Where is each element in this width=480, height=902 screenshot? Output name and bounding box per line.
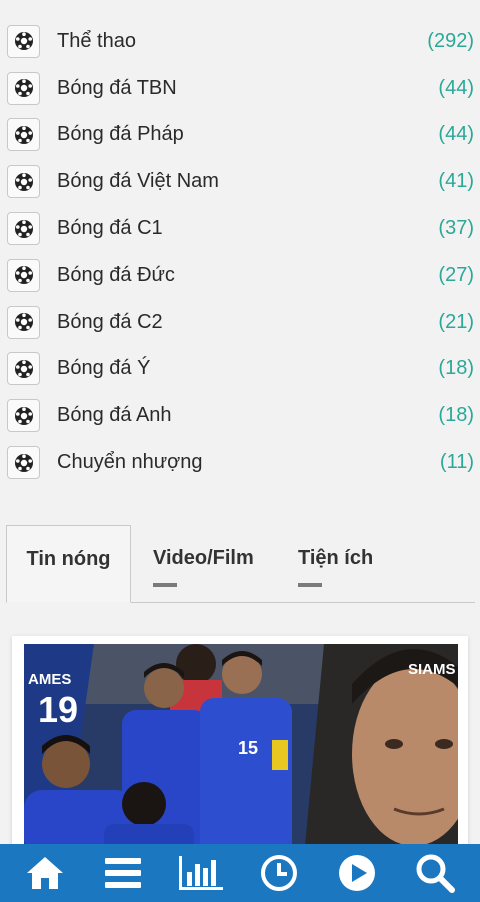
image-text-right: SIAMS [408, 661, 456, 678]
image-text-year: 19 [38, 689, 78, 730]
category-item[interactable]: Bóng đá Đức (27) [0, 252, 480, 299]
soccer-ball-icon [7, 24, 40, 58]
image-text-left: AMES [28, 671, 71, 688]
soccer-ball-icon [7, 165, 40, 199]
chart-icon [179, 856, 223, 890]
soccer-ball-icon [7, 446, 40, 480]
category-count: (18) [438, 357, 474, 380]
article-card[interactable]: 15 AMES 19 SIAMS [12, 636, 468, 856]
tab-indicator [298, 583, 322, 587]
category-count: (21) [438, 310, 474, 333]
category-label: Bóng đá Việt Nam [57, 170, 219, 193]
soccer-ball-icon [7, 212, 40, 246]
tab-indicator [153, 583, 177, 587]
category-item[interactable]: Bóng đá TBN (44) [0, 65, 480, 112]
category-count: (44) [438, 123, 474, 146]
category-label: Bóng đá C2 [57, 310, 163, 333]
soccer-ball-icon [7, 352, 40, 386]
soccer-ball-icon [7, 118, 40, 152]
search-button[interactable] [411, 849, 459, 897]
category-label: Chuyển nhượng [57, 451, 203, 474]
category-item[interactable]: Bóng đá C1 (37) [0, 205, 480, 252]
category-item[interactable]: Chuyển nhượng (11) [0, 439, 480, 486]
menu-button[interactable] [99, 849, 147, 897]
tab-hot-news-label: Tin nóng [26, 548, 111, 570]
category-list: Thể thao (292) Bóng đá TBN (44) Bóng đá … [0, 18, 480, 486]
jersey-number: 15 [238, 738, 258, 758]
tab-video-film[interactable]: Video/Film [153, 525, 254, 603]
clock-icon [261, 855, 297, 891]
category-label: Bóng đá C1 [57, 217, 163, 240]
category-item[interactable]: Thể thao (292) [0, 18, 480, 65]
soccer-ball-icon [7, 399, 40, 433]
history-button[interactable] [255, 849, 303, 897]
soccer-ball-icon [7, 305, 40, 339]
bottom-nav [0, 844, 480, 902]
category-item[interactable]: Bóng đá Pháp (44) [0, 112, 480, 159]
menu-icon [105, 858, 141, 888]
tab-utilities-label: Tiện ích [298, 547, 374, 569]
search-icon [416, 854, 455, 893]
tab-utilities[interactable]: Tiện ích [298, 525, 373, 603]
category-count: (11) [439, 451, 474, 474]
soccer-ball-icon [7, 71, 40, 105]
category-label: Bóng đá Ý [57, 357, 151, 380]
category-label: Bóng đá Anh [57, 404, 172, 427]
category-count: (37) [438, 217, 474, 240]
play-icon [339, 855, 375, 891]
category-label: Bóng đá Đức [57, 263, 175, 286]
stats-button[interactable] [177, 849, 225, 897]
article-photo[interactable]: 15 AMES 19 SIAMS [24, 644, 458, 856]
category-item[interactable]: Bóng đá Ý (18) [0, 346, 480, 393]
category-count: (18) [438, 404, 474, 427]
category-count: (41) [438, 170, 474, 193]
category-count: (27) [438, 263, 474, 286]
tab-video-film-label: Video/Film [153, 547, 254, 569]
video-button[interactable] [333, 849, 381, 897]
category-item[interactable]: Bóng đá C2 (21) [0, 299, 480, 346]
category-item[interactable]: Bóng đá Anh (18) [0, 392, 480, 439]
tab-hot-news[interactable]: Tin nóng [6, 525, 131, 603]
category-count: (44) [438, 76, 474, 99]
category-label: Bóng đá TBN [57, 76, 177, 99]
soccer-ball-icon [7, 258, 40, 292]
home-button[interactable] [21, 849, 69, 897]
content-tabs: Tin nóng Video/Film Tiện ích [6, 525, 475, 603]
category-label: Thể thao [57, 29, 136, 52]
category-item[interactable]: Bóng đá Việt Nam (41) [0, 158, 480, 205]
category-label: Bóng đá Pháp [57, 123, 184, 146]
category-count: (292) [427, 29, 474, 52]
home-icon [27, 857, 63, 889]
